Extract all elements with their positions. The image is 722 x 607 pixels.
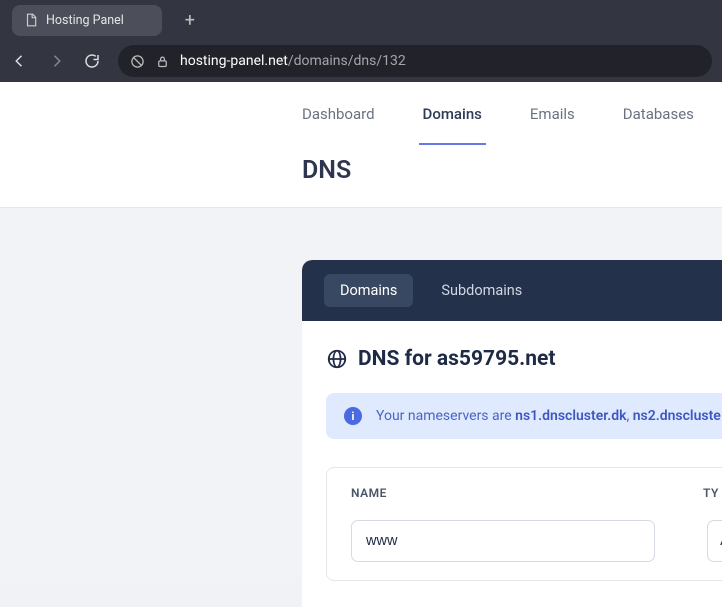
forward-button[interactable] <box>46 51 66 71</box>
record-name-input[interactable] <box>351 520 655 562</box>
page-title-bar: DNS <box>0 145 722 208</box>
heading-domain: as59795.net <box>437 347 556 371</box>
nav-domains[interactable]: Domains <box>423 82 482 145</box>
panel-body: DNS for as59795.net i Your nameservers a… <box>302 321 722 607</box>
heading-prefix: DNS for <box>358 347 437 371</box>
browser-tab[interactable]: Hosting Panel <box>12 5 162 36</box>
col-type-header: TY <box>703 486 722 500</box>
page-title: DNS <box>302 156 722 185</box>
table-header-row: NAME TY <box>351 486 722 500</box>
records-table: NAME TY <box>326 467 722 581</box>
app-content: Dashboard Domains Emails Databases DNS D… <box>0 82 722 578</box>
url-host: hosting-panel.net <box>180 53 288 69</box>
content-area: Domains Subdomains DNS for as59795.net i… <box>0 208 722 607</box>
nav-emails[interactable]: Emails <box>530 82 575 145</box>
tab-title: Hosting Panel <box>46 13 124 28</box>
url-field[interactable]: hosting-panel.net/domains/dns/132 <box>118 45 712 77</box>
globe-icon <box>326 348 348 370</box>
panel-tabs: Domains Subdomains <box>302 260 722 321</box>
reload-button[interactable] <box>82 51 102 71</box>
nav-databases[interactable]: Databases <box>623 82 694 145</box>
page-icon <box>24 13 38 27</box>
top-nav: Dashboard Domains Emails Databases <box>0 82 722 145</box>
address-bar: hosting-panel.net/domains/dns/132 <box>0 40 722 82</box>
ns-prefix: Your nameservers are <box>376 408 515 424</box>
ns2: ns2.dnscluste <box>633 408 721 424</box>
back-button[interactable] <box>10 51 30 71</box>
info-icon: i <box>344 407 362 425</box>
nameserver-alert: i Your nameservers are ns1.dnscluster.dk… <box>326 393 722 439</box>
url-path: /domains/dns/132 <box>288 53 406 69</box>
col-name-header: NAME <box>351 486 703 500</box>
panel-heading: DNS for as59795.net <box>326 347 722 371</box>
record-row <box>351 520 722 562</box>
new-tab-button[interactable]: + <box>176 6 204 34</box>
lock-icon <box>155 54 170 69</box>
ns1: ns1.dnscluster.dk <box>515 408 626 424</box>
panel-tab-domains[interactable]: Domains <box>324 274 413 307</box>
dns-panel: Domains Subdomains DNS for as59795.net i… <box>302 260 722 607</box>
shield-icon <box>130 54 145 69</box>
record-type-input[interactable] <box>707 520 722 562</box>
panel-tab-subdomains[interactable]: Subdomains <box>425 274 538 307</box>
nav-dashboard[interactable]: Dashboard <box>302 82 375 145</box>
tab-bar: Hosting Panel + <box>0 0 722 40</box>
browser-chrome: Hosting Panel + hosting-panel.net/domain… <box>0 0 722 82</box>
